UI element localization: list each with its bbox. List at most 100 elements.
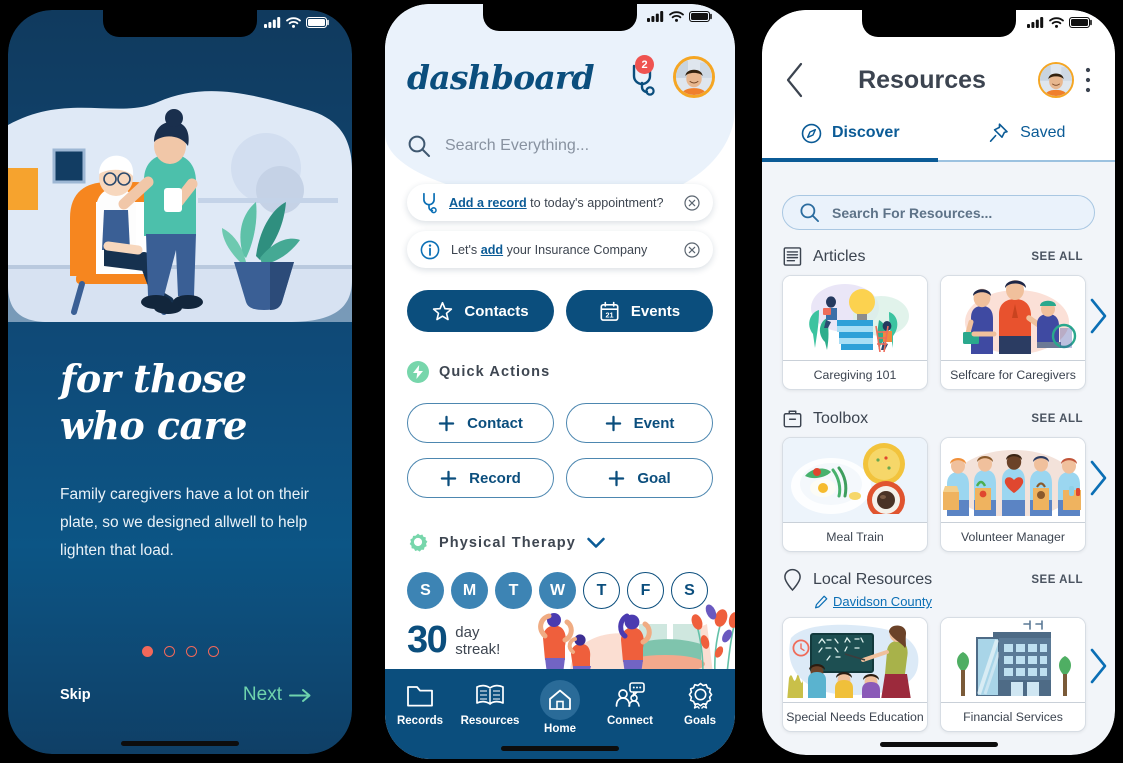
skip-button[interactable]: Skip bbox=[60, 687, 91, 703]
notice-add-record[interactable]: Add a record to today's appointment? bbox=[407, 184, 713, 221]
chevron-right-icon[interactable] bbox=[1087, 460, 1109, 496]
contacts-button[interactable]: Contacts bbox=[407, 290, 554, 332]
articles-see-all[interactable]: SEE ALL bbox=[1031, 251, 1083, 263]
tab-resources[interactable]: Resources bbox=[455, 680, 525, 727]
card-selfcare-for-caregivers[interactable]: Selfcare for Caregivers bbox=[940, 275, 1086, 390]
tab-records-label: Records bbox=[396, 715, 444, 727]
articles-card-row: Caregiving 101 Selfcare for Caregivers bbox=[782, 275, 1115, 390]
add-contact-button[interactable]: Contact bbox=[407, 403, 554, 443]
toolbox-card-row: Meal Train Volunteer Manager bbox=[782, 437, 1115, 552]
card-caption: Financial Services bbox=[941, 702, 1085, 731]
search-input[interactable]: Search Everything... bbox=[407, 134, 713, 158]
plus-icon bbox=[438, 415, 455, 431]
onboarding-copy: for those who care Family caregivers hav… bbox=[60, 355, 318, 565]
home-indicator bbox=[879, 742, 998, 747]
search-icon bbox=[408, 135, 430, 157]
status-bar bbox=[647, 11, 713, 22]
add-goal-label: Goal bbox=[637, 469, 671, 487]
tab-home[interactable]: Home bbox=[525, 680, 595, 735]
chevron-left-icon[interactable] bbox=[784, 62, 806, 98]
gear-icon bbox=[409, 533, 428, 552]
tab-saved[interactable]: Saved bbox=[939, 122, 1116, 154]
resources-search-placeholder: Search For Resources... bbox=[832, 204, 993, 221]
pagination-dot-2[interactable] bbox=[163, 646, 175, 657]
toolbox-icon bbox=[783, 410, 802, 428]
add-contact-label: Contact bbox=[467, 414, 523, 432]
chevron-right-icon[interactable] bbox=[1087, 648, 1109, 684]
battery-icon bbox=[689, 11, 712, 22]
next-button[interactable]: Next bbox=[243, 684, 312, 706]
card-caregiving-101[interactable]: Caregiving 101 bbox=[782, 275, 928, 390]
toolbox-see-all[interactable]: SEE ALL bbox=[1031, 413, 1083, 425]
local-resources-title: Local Resources bbox=[813, 571, 933, 588]
kebab-menu-icon[interactable] bbox=[1079, 65, 1097, 95]
card-volunteer-manager[interactable]: Volunteer Manager bbox=[940, 437, 1086, 552]
phone-resources: Resources Discover Saved Search For Reso… bbox=[762, 10, 1115, 755]
day-circle-mon[interactable]: M bbox=[451, 572, 488, 609]
notice-add-insurance[interactable]: Let's add your Insurance Company bbox=[407, 231, 713, 268]
add-goal-button[interactable]: Goal bbox=[566, 458, 713, 498]
lightning-bolt-icon bbox=[407, 361, 429, 383]
section-articles: Articles SEE ALL Caregiving 101 Selfcare… bbox=[782, 246, 1115, 390]
onboarding-title-line2: who care bbox=[60, 403, 247, 448]
events-button[interactable]: 21 Events bbox=[566, 290, 713, 332]
battery-icon bbox=[1069, 17, 1092, 28]
day-circle-sun[interactable]: S bbox=[407, 572, 444, 609]
resources-search-input[interactable]: Search For Resources... bbox=[782, 195, 1095, 230]
device-notch bbox=[103, 10, 257, 37]
tab-records[interactable]: Records bbox=[385, 680, 455, 727]
pagination-dot-4[interactable] bbox=[207, 646, 219, 657]
wifi-icon bbox=[286, 17, 301, 28]
avatar[interactable] bbox=[673, 56, 715, 98]
physical-therapy-header[interactable]: Physical Therapy bbox=[407, 532, 606, 554]
articles-title: Articles bbox=[813, 247, 866, 265]
home-indicator bbox=[501, 746, 619, 751]
card-special-needs-education[interactable]: Special Needs Education bbox=[782, 617, 928, 732]
chevron-right-icon[interactable] bbox=[1087, 298, 1109, 334]
dashboard-screen: dashboard 2 Search Everything... Add a r… bbox=[385, 4, 735, 759]
status-bar bbox=[264, 17, 330, 28]
tab-inactive-underline bbox=[938, 159, 1115, 162]
dashboard-topbar: dashboard 2 bbox=[407, 55, 715, 98]
tab-connect[interactable]: Connect bbox=[595, 680, 665, 727]
close-circle-icon[interactable] bbox=[684, 194, 700, 211]
resources-titlebar: Resources bbox=[784, 62, 1097, 98]
pin-icon bbox=[989, 123, 1008, 142]
add-link[interactable]: add bbox=[481, 243, 503, 257]
compass-icon bbox=[801, 123, 822, 143]
card-meal-train[interactable]: Meal Train bbox=[782, 437, 928, 552]
notice-rest-text: your Insurance Company bbox=[503, 242, 648, 257]
award-icon bbox=[685, 680, 715, 710]
arrow-right-icon bbox=[289, 688, 311, 702]
notification-button[interactable]: 2 bbox=[629, 55, 661, 96]
card-financial-services[interactable]: Financial Services bbox=[940, 617, 1086, 732]
folder-icon bbox=[405, 680, 435, 710]
quick-actions-row-2: Record Goal bbox=[407, 458, 713, 498]
tab-discover[interactable]: Discover bbox=[762, 122, 939, 154]
book-icon bbox=[475, 680, 505, 710]
tab-resources-label: Resources bbox=[460, 715, 520, 727]
phone-dashboard: dashboard 2 Search Everything... Add a r… bbox=[385, 4, 735, 759]
add-record-button[interactable]: Record bbox=[407, 458, 554, 498]
primary-action-row: Contacts 21 Events bbox=[407, 290, 713, 332]
svg-text:21: 21 bbox=[605, 310, 613, 319]
pagination-dot-3[interactable] bbox=[185, 646, 197, 657]
signal-icon bbox=[1027, 17, 1044, 28]
county-link[interactable]: Davidson County bbox=[814, 594, 1115, 609]
pagination-dots[interactable] bbox=[8, 646, 352, 657]
chevron-down-icon[interactable] bbox=[586, 536, 606, 550]
avatar[interactable] bbox=[1038, 62, 1074, 98]
local-resources-see-all[interactable]: SEE ALL bbox=[1031, 574, 1083, 586]
card-caption: Volunteer Manager bbox=[941, 522, 1085, 551]
onboarding-screen: for those who care Family caregivers hav… bbox=[8, 10, 352, 754]
physical-therapy-title: Physical Therapy bbox=[439, 535, 576, 551]
user-avatar-image bbox=[676, 59, 712, 95]
add-event-button[interactable]: Event bbox=[566, 403, 713, 443]
pagination-dot-1[interactable] bbox=[141, 646, 153, 657]
add-event-label: Event bbox=[633, 414, 675, 432]
tab-goals[interactable]: Goals bbox=[665, 680, 735, 727]
close-circle-icon[interactable] bbox=[684, 241, 700, 258]
star-icon bbox=[433, 301, 453, 320]
section-toolbox: Toolbox SEE ALL Meal Train Volunteer Man… bbox=[782, 408, 1115, 552]
add-a-record-link[interactable]: Add a record bbox=[449, 196, 527, 210]
